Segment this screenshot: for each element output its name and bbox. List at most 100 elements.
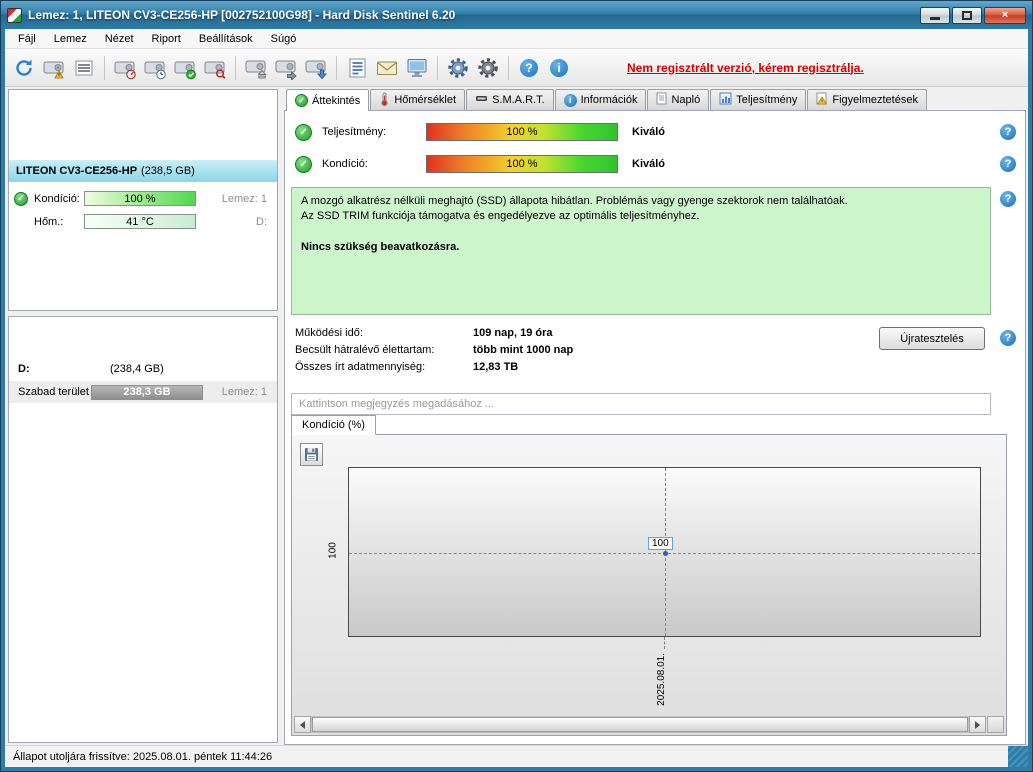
tab-label: Információk <box>580 94 638 106</box>
condition-row: ✓ Kondíció: 100 % Kiváló <box>295 155 665 173</box>
toolbar-separator <box>104 55 105 80</box>
window-title: Lemez: 1, LITEON CV3-CE256-HP [002752100… <box>28 8 456 22</box>
smart-gauge-icon <box>475 92 488 108</box>
status-line-1: A mozgó alkatrész nélküli meghajtó (SSD)… <box>301 195 848 207</box>
chart-point-label: 100 <box>648 537 673 550</box>
email-report-icon[interactable] <box>373 54 401 82</box>
tab-label: Napló <box>671 94 701 106</box>
close-button[interactable]: × <box>984 6 1026 24</box>
chart-y-axis-tick: 100 <box>327 542 339 559</box>
menu-help[interactable]: Súgó <box>262 31 306 47</box>
tab-performance[interactable]: Teljesítmény <box>710 89 807 110</box>
workspace: LITEON CV3-CE256-HP (238,5 GB) ✓ Kondíci… <box>5 87 1028 745</box>
partition-header-row[interactable]: D: (238,4 GB) <box>18 363 269 375</box>
partition-size: (238,4 GB) <box>110 363 164 375</box>
info-icon[interactable]: i <box>545 54 573 82</box>
status-bar: Állapot utoljára frissítve: 2025.08.01. … <box>5 745 1028 767</box>
overview-content: ✓ Teljesítmény: 100 % Kiváló ? ✓ Kondíci… <box>284 110 1026 745</box>
disk-list-item-selected[interactable]: LITEON CV3-CE256-HP (238,5 GB) <box>9 160 277 182</box>
total-written-row: Összes írt adatmennyiség: 12,83 TB <box>295 361 518 373</box>
condition-rating: Kiváló <box>632 158 666 170</box>
settings-gear-icon[interactable] <box>444 54 472 82</box>
scroll-left-button[interactable] <box>294 716 311 733</box>
minimize-button[interactable] <box>920 6 950 24</box>
tab-label: S.M.A.R.T. <box>492 94 545 106</box>
partition-free-row[interactable]: Szabad terület 238,3 GB Lemez: 1 <box>9 381 277 403</box>
disk-download-icon[interactable] <box>302 54 330 82</box>
tab-label: Teljesítmény <box>736 94 798 106</box>
lifetime-value: több mint 1000 nap <box>473 344 574 356</box>
drive-letter-label: D: <box>256 215 267 228</box>
lifetime-row: Becsült hátralévő élettartam: több mint … <box>295 344 573 356</box>
condition-chart-panel: 100 100 2025.08.01. <box>291 434 1007 736</box>
chart-tab-condition[interactable]: Kondíció (%) <box>291 415 376 435</box>
scrollbar-thumb[interactable] <box>312 717 968 732</box>
menu-file[interactable]: Fájl <box>9 31 45 47</box>
tab-overview[interactable]: ✓ Áttekintés <box>286 89 370 111</box>
free-space-label: Szabad terület <box>18 386 89 398</box>
disk-surface-test-icon[interactable] <box>201 54 229 82</box>
menu-disk[interactable]: Lemez <box>45 31 96 47</box>
tab-information[interactable]: i Információk <box>554 89 647 110</box>
temperature-label: Hőm.: <box>34 215 64 228</box>
tab-smart[interactable]: S.M.A.R.T. <box>466 89 554 110</box>
tab-bar: ✓ Áttekintés Hőmérséklet S.M.A.R.T. i In… <box>284 89 1026 111</box>
disk-eject-icon[interactable] <box>242 54 270 82</box>
save-chart-button[interactable] <box>300 443 323 466</box>
performance-meter: 100 % <box>426 123 618 141</box>
ok-check-icon: ✓ <box>14 191 28 206</box>
tab-alerts[interactable]: Figyelmeztetések <box>807 89 927 110</box>
menu-view[interactable]: Nézet <box>96 31 143 47</box>
details-view-icon[interactable] <box>70 54 98 82</box>
retest-help-icon[interactable]: ? <box>1000 330 1016 346</box>
scrollbar-corner <box>987 716 1004 733</box>
menu-report[interactable]: Riport <box>143 31 190 47</box>
disk-short-test-icon[interactable] <box>111 54 139 82</box>
report-icon[interactable] <box>343 54 371 82</box>
condition-help-icon[interactable]: ? <box>1000 156 1016 172</box>
tab-temperature[interactable]: Hőmérséklet <box>370 89 466 110</box>
chart-scrollbar <box>294 716 1004 733</box>
power-on-time-label: Működési idő: <box>295 327 363 339</box>
status-help-icon[interactable]: ? <box>1000 191 1016 207</box>
disk-test-ok-icon[interactable] <box>171 54 199 82</box>
disk-copy-icon[interactable] <box>272 54 300 82</box>
disk-temperature-row: Hőm.: 41 °C D: <box>9 213 277 230</box>
disk-condition-row: ✓ Kondíció: 100 % Lemez: 1 <box>9 190 277 207</box>
retest-button[interactable]: Újratesztelés <box>879 327 985 350</box>
information-icon: i <box>563 93 577 107</box>
total-written-value: 12,83 TB <box>473 361 519 373</box>
chart-plot-area: 100 <box>348 467 981 637</box>
lifetime-label: Becsült hátralévő élettartam: <box>295 344 435 356</box>
tab-label: Figyelmeztetések <box>832 94 918 106</box>
performance-label: Teljesítmény: <box>322 126 387 138</box>
chart-x-axis-tick: 2025.08.01. <box>656 653 667 706</box>
menu-settings[interactable]: Beállítások <box>190 31 262 47</box>
disk-number-label: Lemez: 1 <box>221 386 267 398</box>
remote-monitor-icon[interactable] <box>403 54 431 82</box>
disk-scheduled-test-icon[interactable] <box>141 54 169 82</box>
refresh-icon[interactable] <box>10 54 38 82</box>
app-window: Lemez: 1, LITEON CV3-CE256-HP [002752100… <box>0 0 1033 772</box>
app-icon <box>7 7 22 23</box>
scrollbar-track[interactable] <box>311 716 969 733</box>
resize-grip[interactable] <box>1008 746 1028 767</box>
advanced-settings-gear-icon[interactable] <box>474 54 502 82</box>
help-icon[interactable]: ? <box>515 54 543 82</box>
tab-log[interactable]: Napló <box>647 89 710 110</box>
performance-help-icon[interactable]: ? <box>1000 124 1016 140</box>
performance-rating: Kiváló <box>632 126 666 138</box>
status-line-2: Az SSD TRIM funkciója támogatva és enged… <box>301 210 700 222</box>
overview-check-icon: ✓ <box>295 94 308 107</box>
disk-number-label: Lemez: 1 <box>221 192 267 205</box>
register-notice-link[interactable]: Nem regisztrált verzió, kérem regisztrál… <box>627 61 864 75</box>
toolbar: ? i Nem regisztrált verzió, kérem regisz… <box>5 49 1028 87</box>
comment-input[interactable] <box>291 393 991 415</box>
title-bar[interactable]: Lemez: 1, LITEON CV3-CE256-HP [002752100… <box>1 1 1032 29</box>
scroll-right-button[interactable] <box>969 716 986 733</box>
tab-label: Hőmérséklet <box>394 94 457 106</box>
maximize-button[interactable] <box>952 6 982 24</box>
disk-status-icon[interactable] <box>40 54 68 82</box>
condition-meter: 100 % <box>84 191 196 206</box>
tab-label: Áttekintés <box>312 94 361 107</box>
